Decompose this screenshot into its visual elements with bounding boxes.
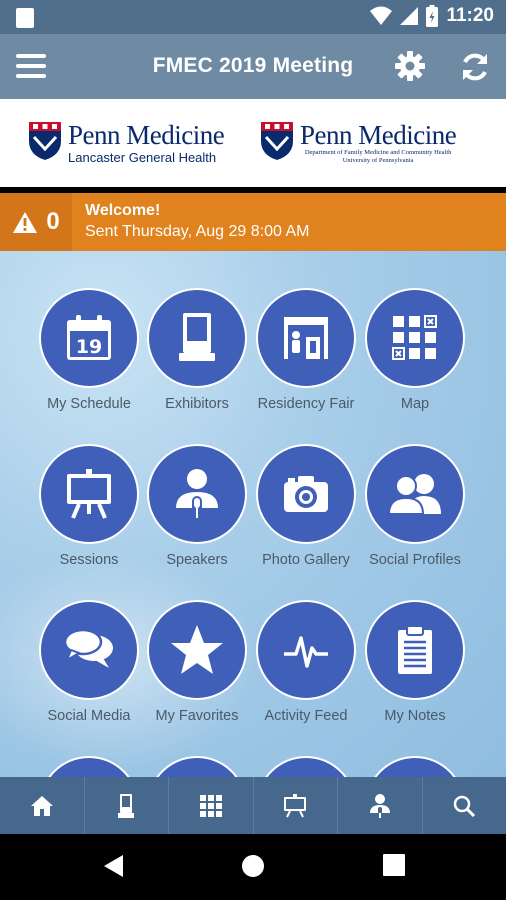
map-grid-icon	[199, 794, 222, 817]
feature-grid: 19 My Schedule Exhibitors Residency Fair…	[0, 251, 506, 777]
alert-count-button[interactable]: 0	[0, 193, 72, 251]
star-icon	[171, 625, 223, 674]
penn-shield-icon	[29, 122, 61, 160]
back-icon[interactable]	[103, 854, 125, 878]
logo-brand-right: Penn Medicine	[300, 120, 457, 150]
refresh-icon[interactable]	[458, 50, 492, 84]
tile-label: My Schedule	[47, 396, 131, 412]
nav-exhibitors[interactable]	[85, 777, 169, 834]
logo-sub-left: Lancaster General Health	[68, 150, 217, 165]
speaker-icon	[369, 793, 390, 818]
bottom-nav	[0, 777, 506, 834]
booth-icon	[118, 793, 135, 818]
tile-residency-fair[interactable]: Residency Fair	[246, 288, 366, 412]
penn-medicine-fmch-logo: Penn Medicine Department of Family Medic…	[260, 120, 457, 165]
people-icon	[387, 474, 441, 515]
system-nav-bar	[0, 834, 506, 900]
tile-exhibitors[interactable]: Exhibitors	[137, 288, 257, 412]
logo-sub-right-2: University of Pennsylvania	[342, 157, 414, 164]
pulse-icon	[284, 636, 328, 668]
calendar-date: 19	[76, 336, 102, 358]
tile-row4-4[interactable]	[355, 756, 475, 777]
tile-row4-3[interactable]	[246, 756, 366, 777]
tile-label: My Notes	[384, 708, 446, 724]
gear-icon[interactable]	[394, 50, 426, 82]
alert-title: Welcome!	[85, 202, 161, 219]
status-bar: 11:20	[0, 0, 506, 34]
logo-sub-right-1: Department of Family Medicine and Commun…	[304, 149, 452, 156]
tile-label: Photo Gallery	[262, 552, 350, 568]
tile-label: Speakers	[166, 552, 228, 568]
nav-sessions[interactable]	[254, 777, 338, 834]
tile-social-media[interactable]: Social Media	[29, 600, 149, 724]
easel-icon	[67, 469, 111, 519]
nav-speakers[interactable]	[338, 777, 423, 834]
tile-map[interactable]: Map	[355, 288, 475, 412]
tile-label: My Favorites	[155, 708, 239, 724]
logo-brand-left: Penn Medicine	[68, 120, 225, 150]
tile-social-profiles[interactable]: Social Profiles	[355, 444, 475, 568]
app-bar: FMEC 2019 Meeting	[0, 34, 506, 99]
logo-banner: Penn Medicine Lancaster General Health P…	[0, 99, 506, 187]
tile-activity-feed[interactable]: Activity Feed	[246, 600, 366, 724]
tile-label: Residency Fair	[257, 396, 355, 412]
tile-photo-gallery[interactable]: Photo Gallery	[246, 444, 366, 568]
easel-icon	[284, 793, 307, 817]
penn-medicine-lgh-logo: Penn Medicine Lancaster General Health	[28, 120, 225, 165]
camera-icon	[284, 476, 328, 512]
tile-my-notes[interactable]: My Notes	[355, 600, 475, 724]
tile-my-favorites[interactable]: My Favorites	[137, 600, 257, 724]
tile-row4-1[interactable]	[29, 756, 149, 777]
penn-shield-icon	[261, 122, 293, 160]
nav-home[interactable]	[0, 777, 85, 834]
speaker-icon	[176, 469, 218, 518]
tile-label: Map	[400, 396, 430, 412]
tile-row4-2[interactable]	[137, 756, 257, 777]
booth-icon	[179, 313, 215, 361]
app-title: FMEC 2019 Meeting	[152, 54, 354, 77]
calendar-icon: 19	[67, 315, 111, 360]
battery-icon	[426, 5, 439, 27]
signal-icon	[400, 7, 419, 25]
fair-booth-icon	[284, 317, 328, 359]
home-icon	[30, 795, 53, 816]
recents-icon[interactable]	[383, 854, 405, 876]
status-time: 11:20	[446, 5, 494, 26]
tile-sessions[interactable]: Sessions	[29, 444, 149, 568]
clipboard-icon	[398, 625, 432, 674]
nav-map[interactable]	[169, 777, 254, 834]
tile-speakers[interactable]: Speakers	[137, 444, 257, 568]
tile-label: Social Media	[47, 708, 131, 724]
tile-my-schedule[interactable]: 19 My Schedule	[29, 288, 149, 412]
alert-count: 0	[46, 208, 60, 235]
tile-label: Sessions	[59, 552, 119, 568]
tile-label: Activity Feed	[264, 708, 348, 724]
tile-label: Social Profiles	[369, 552, 461, 568]
search-icon	[454, 795, 476, 817]
nav-search[interactable]	[423, 777, 506, 834]
notification-icon	[16, 8, 34, 28]
tile-label: Exhibitors	[165, 396, 229, 412]
warning-icon	[13, 211, 38, 233]
home-circle-icon[interactable]	[241, 854, 265, 878]
chat-bubbles-icon	[63, 628, 113, 668]
alert-time: Sent Thursday, Aug 29 8:00 AM	[85, 223, 310, 240]
alert-banner[interactable]: 0 Welcome! Sent Thursday, Aug 29 8:00 AM	[0, 193, 506, 251]
wifi-icon	[370, 6, 393, 25]
map-grid-icon	[392, 315, 437, 360]
